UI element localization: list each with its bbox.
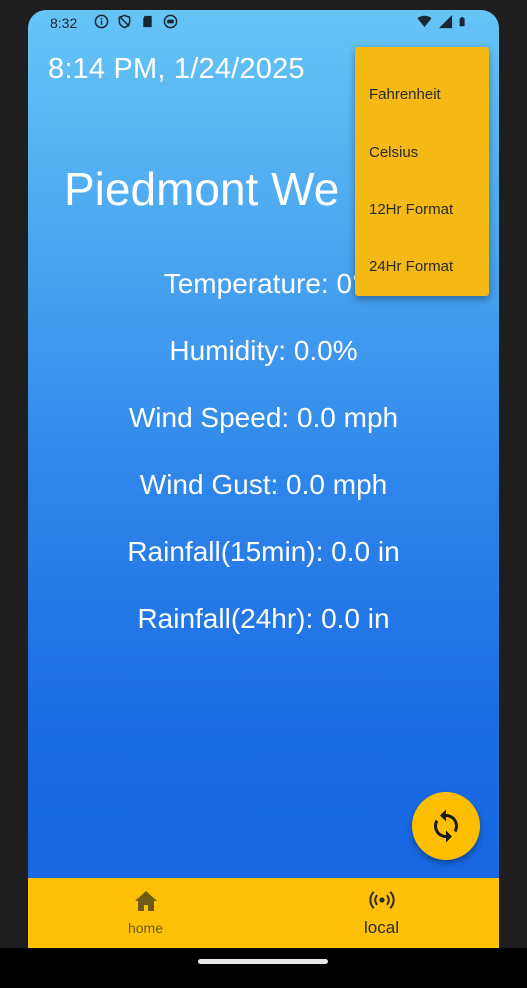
status-bar: 8:32 (28, 10, 499, 36)
status-icons-right (417, 14, 469, 29)
wind-speed-reading: Wind Speed: 0.0 mph (128, 402, 399, 433)
nav-item-local[interactable]: local (264, 878, 499, 948)
wifi-icon (417, 15, 432, 28)
nav-item-home[interactable]: home (28, 878, 263, 948)
home-gesture-handle[interactable] (198, 959, 328, 964)
menu-item-fahrenheit[interactable]: Fahrenheit (369, 86, 441, 103)
status-time: 8:32 (50, 15, 78, 31)
vpn-icon (163, 14, 178, 29)
units-popup-menu: Fahrenheit Celsius 12Hr Format 24Hr Form… (355, 47, 489, 296)
menu-item-12hr-format[interactable]: 12Hr Format (369, 201, 453, 218)
humidity-reading: Humidity: 0.0% (169, 335, 358, 366)
shield-icon (118, 14, 131, 29)
wind-gust-reading: Wind Gust: 0.0 mph (139, 469, 388, 500)
app-screen: 8:32 8:14 PM, 1/24/2025 Piedmont We Temp… (28, 10, 499, 948)
status-icons-left (94, 14, 178, 29)
system-navigation-bar (0, 948, 527, 988)
home-icon (134, 891, 157, 911)
page-title: Piedmont We (64, 163, 340, 215)
rainfall-24hr-reading: Rainfall(24hr): 0.0 in (137, 603, 390, 634)
bottom-navigation: home local (28, 878, 499, 948)
device-frame: 8:32 8:14 PM, 1/24/2025 Piedmont We Temp… (0, 0, 527, 988)
signal-icon (438, 14, 453, 29)
refresh-button[interactable] (412, 792, 480, 860)
refresh-icon (434, 809, 458, 843)
battery-icon (459, 17, 465, 27)
datetime-label: 8:14 PM, 1/24/2025 (48, 53, 305, 85)
menu-item-celsius[interactable]: Celsius (369, 144, 418, 161)
menu-item-24hr-format[interactable]: 24Hr Format (369, 258, 453, 275)
info-icon (94, 14, 109, 29)
nav-label-local: local (364, 918, 399, 937)
nav-label-home: home (127, 920, 164, 936)
rainfall-15min-reading: Rainfall(15min): 0.0 in (127, 536, 400, 567)
broadcast-icon (368, 891, 395, 909)
sd-card-icon (143, 15, 152, 28)
